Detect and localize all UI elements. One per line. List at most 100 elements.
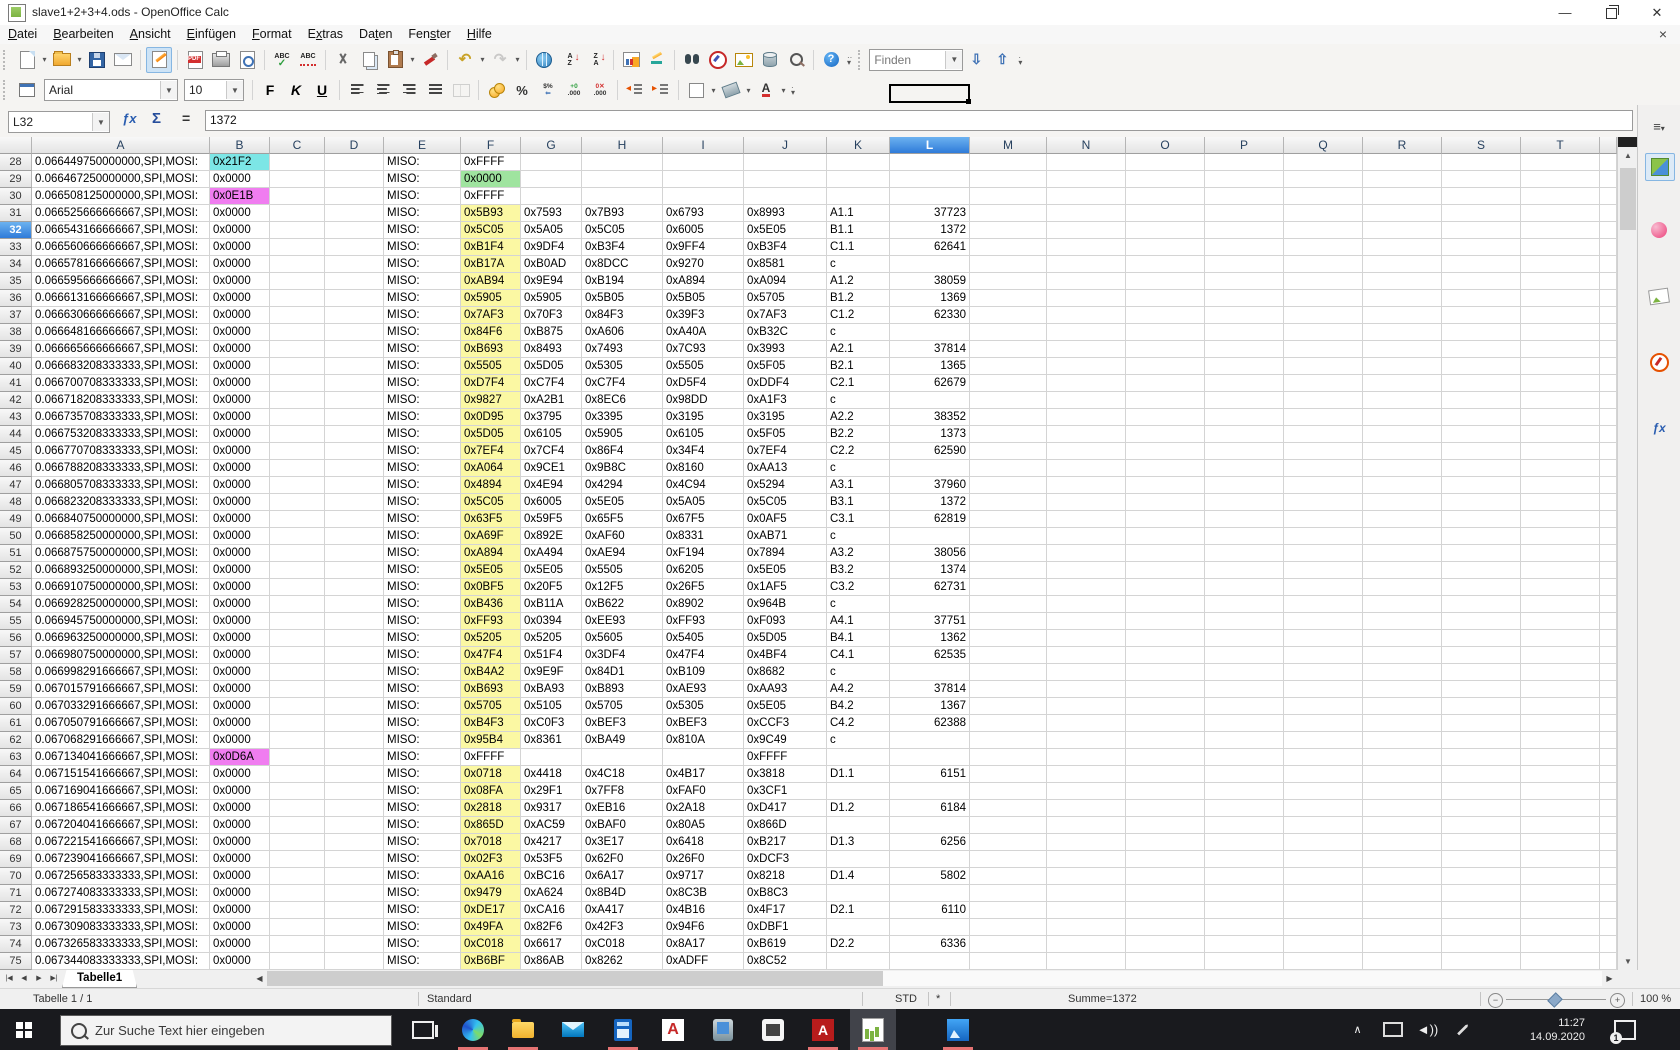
find-toolbar-overflow[interactable]: ·▾ xyxy=(1018,55,1022,65)
cell-F52[interactable]: 0x5E05 xyxy=(461,562,521,579)
cell-D48[interactable] xyxy=(325,494,384,511)
cell-D40[interactable] xyxy=(325,358,384,375)
gallery-button[interactable] xyxy=(732,48,756,72)
cell-P69[interactable] xyxy=(1205,851,1284,868)
volume-icon[interactable]: ◄)) xyxy=(1415,1009,1440,1050)
clone-formatting-button[interactable] xyxy=(418,48,442,72)
cell-C54[interactable] xyxy=(270,596,325,613)
cell-K70[interactable]: D1.4 xyxy=(827,868,890,885)
cell-O60[interactable] xyxy=(1126,698,1205,715)
taskbar-acrobat[interactable]: A xyxy=(800,1009,846,1050)
cell-O49[interactable] xyxy=(1126,511,1205,528)
column-header-K[interactable]: K xyxy=(827,137,890,154)
cell-F73[interactable]: 0x49FA xyxy=(461,919,521,936)
hyperlink-button[interactable] xyxy=(532,48,556,72)
cell-D65[interactable] xyxy=(325,783,384,800)
cell-B31[interactable]: 0x0000 xyxy=(210,205,270,222)
cell-G52[interactable]: 0x5E05 xyxy=(521,562,582,579)
cell-P41[interactable] xyxy=(1205,375,1284,392)
cell-J36[interactable]: 0x5705 xyxy=(744,290,827,307)
cell-M58[interactable] xyxy=(970,664,1047,681)
cell-H28[interactable] xyxy=(582,154,663,171)
cell-P55[interactable] xyxy=(1205,613,1284,630)
taskbar-photos[interactable] xyxy=(935,1009,981,1050)
cell-L45[interactable]: 62590 xyxy=(890,443,970,460)
cell-A30[interactable]: 0.066508125000000,SPI,MOSI: xyxy=(32,188,210,205)
menu-format[interactable]: Format xyxy=(244,25,300,44)
scroll-up-button[interactable]: ▲ xyxy=(1619,147,1637,164)
cell-E36[interactable]: MISO: xyxy=(384,290,461,307)
cell-N35[interactable] xyxy=(1047,273,1126,290)
close-button[interactable]: ✕ xyxy=(1634,0,1680,25)
cell-X44[interactable] xyxy=(1600,426,1617,443)
cell-A35[interactable]: 0.066595666666667,SPI,MOSI: xyxy=(32,273,210,290)
cell-G53[interactable]: 0x20F5 xyxy=(521,579,582,596)
cell-O47[interactable] xyxy=(1126,477,1205,494)
cell-T50[interactable] xyxy=(1521,528,1600,545)
cell-M35[interactable] xyxy=(970,273,1047,290)
cell-H49[interactable]: 0x65F5 xyxy=(582,511,663,528)
cell-L48[interactable]: 1372 xyxy=(890,494,970,511)
cell-L75[interactable] xyxy=(890,953,970,970)
find-toolbar-grip[interactable] xyxy=(858,50,865,70)
cell-N49[interactable] xyxy=(1047,511,1126,528)
cell-Q47[interactable] xyxy=(1284,477,1363,494)
cell-P71[interactable] xyxy=(1205,885,1284,902)
row-header-57[interactable]: 57 xyxy=(0,647,32,664)
cell-L52[interactable]: 1374 xyxy=(890,562,970,579)
cell-M54[interactable] xyxy=(970,596,1047,613)
cell-C57[interactable] xyxy=(270,647,325,664)
row-header-66[interactable]: 66 xyxy=(0,800,32,817)
cell-P29[interactable] xyxy=(1205,171,1284,188)
cell-S42[interactable] xyxy=(1442,392,1521,409)
menu-einfügen[interactable]: Einfügen xyxy=(179,25,244,44)
cell-K47[interactable]: A3.1 xyxy=(827,477,890,494)
cell-Q45[interactable] xyxy=(1284,443,1363,460)
cell-L57[interactable]: 62535 xyxy=(890,647,970,664)
cell-L47[interactable]: 37960 xyxy=(890,477,970,494)
cell-F57[interactable]: 0x47F4 xyxy=(461,647,521,664)
start-button[interactable] xyxy=(0,1009,48,1050)
cell-J70[interactable]: 0x8218 xyxy=(744,868,827,885)
cell-E67[interactable]: MISO: xyxy=(384,817,461,834)
spellcheck-button[interactable]: ABC✓ xyxy=(270,48,294,72)
cell-N54[interactable] xyxy=(1047,596,1126,613)
cell-C69[interactable] xyxy=(270,851,325,868)
cell-P39[interactable] xyxy=(1205,341,1284,358)
cell-Q72[interactable] xyxy=(1284,902,1363,919)
cell-R67[interactable] xyxy=(1363,817,1442,834)
cell-R37[interactable] xyxy=(1363,307,1442,324)
find-combo[interactable]: Finden ▼ xyxy=(869,49,963,71)
cell-J64[interactable]: 0x3818 xyxy=(744,766,827,783)
cell-J72[interactable]: 0x4F17 xyxy=(744,902,827,919)
cell-I55[interactable]: 0xFF93 xyxy=(663,613,744,630)
cell-P28[interactable] xyxy=(1205,154,1284,171)
cell-F65[interactable]: 0x08FA xyxy=(461,783,521,800)
borders-dropdown[interactable]: ▾ xyxy=(709,78,718,102)
cell-T37[interactable] xyxy=(1521,307,1600,324)
cell-P59[interactable] xyxy=(1205,681,1284,698)
cell-L74[interactable]: 6336 xyxy=(890,936,970,953)
cell-C62[interactable] xyxy=(270,732,325,749)
menu-ansicht[interactable]: Ansicht xyxy=(122,25,179,44)
cell-C75[interactable] xyxy=(270,953,325,970)
cell-K71[interactable] xyxy=(827,885,890,902)
cell-M61[interactable] xyxy=(970,715,1047,732)
cell-M55[interactable] xyxy=(970,613,1047,630)
cell-H58[interactable]: 0x84D1 xyxy=(582,664,663,681)
cell-F37[interactable]: 0x7AF3 xyxy=(461,307,521,324)
cell-X33[interactable] xyxy=(1600,239,1617,256)
cell-T67[interactable] xyxy=(1521,817,1600,834)
cell-K74[interactable]: D2.2 xyxy=(827,936,890,953)
cell-Q60[interactable] xyxy=(1284,698,1363,715)
cell-G71[interactable]: 0xA624 xyxy=(521,885,582,902)
function-wizard-button[interactable]: ƒx xyxy=(122,111,136,126)
cell-B34[interactable]: 0x0000 xyxy=(210,256,270,273)
cell-M33[interactable] xyxy=(970,239,1047,256)
cell-O62[interactable] xyxy=(1126,732,1205,749)
cell-E56[interactable]: MISO: xyxy=(384,630,461,647)
row-header-42[interactable]: 42 xyxy=(0,392,32,409)
column-header-A[interactable]: A xyxy=(32,137,210,154)
menu-hilfe[interactable]: Hilfe xyxy=(459,25,500,44)
cell-X68[interactable] xyxy=(1600,834,1617,851)
